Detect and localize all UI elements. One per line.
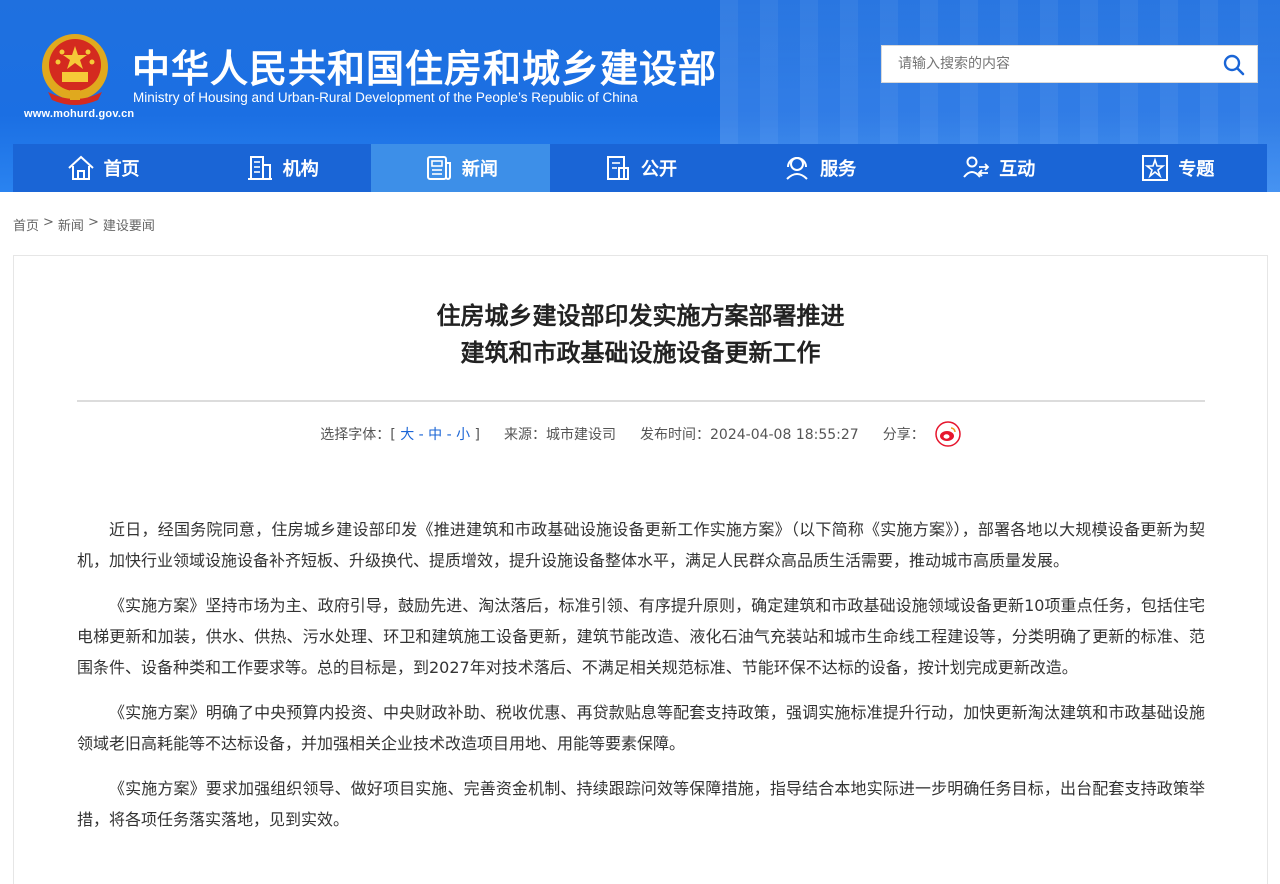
breadcrumb-separator: > (87, 215, 99, 230)
breadcrumb-separator: > (43, 215, 54, 230)
star-icon (1142, 155, 1169, 181)
article-meta: 选择字体：[ 大 - 中 - 小 ] 来源：城市建设司 发布时间：2024-04… (14, 421, 1267, 447)
main-nav: 首页 机构 新闻 公开 服务 互动 专题 (13, 144, 1267, 192)
title-divider (77, 400, 1205, 402)
font-size-label: 选择字体： (320, 427, 391, 443)
search-box (881, 45, 1258, 83)
home-icon (67, 155, 94, 180)
nav-label: 新闻 (461, 159, 498, 180)
article-title-line1: 住房城乡建设部印发实施方案部署推进 (436, 302, 845, 330)
article-paragraph: 《实施方案》明确了中央预算内投资、中央财政补助、税收优惠、再贷款贴息等配套支持政… (77, 703, 1205, 753)
newspaper-icon (426, 156, 451, 180)
font-medium-link[interactable]: 中 (428, 427, 442, 443)
share-section: 分享： (883, 421, 961, 447)
nav-item-news[interactable]: 新闻 (371, 144, 551, 192)
nav-label: 机构 (282, 159, 319, 180)
font-size-selector: 选择字体：[ 大 - 中 - 小 ] (320, 427, 481, 443)
nav-item-organization[interactable]: 机构 (192, 144, 371, 192)
nav-item-service[interactable]: 服务 (730, 144, 909, 192)
article-source: 来源：城市建设司 (504, 427, 617, 443)
nav-label: 专题 (1178, 159, 1215, 180)
weibo-share-icon[interactable] (934, 421, 961, 447)
site-url: www.mohurd.gov.cn (24, 108, 135, 120)
site-subtitle: Ministry of Housing and Urban-Rural Deve… (133, 90, 638, 105)
article-title: 住房城乡建设部印发实施方案部署推进 建筑和市政基础设施设备更新工作 (14, 298, 1267, 372)
breadcrumb-news[interactable]: 新闻 (58, 215, 84, 234)
font-small-link[interactable]: 小 (456, 427, 470, 443)
document-icon (606, 156, 629, 180)
article-paragraph: 近日，经国务院同意，住房城乡建设部印发《推进建筑和市政基础设施设备更新工作实施方… (77, 520, 1205, 570)
nav-item-public[interactable]: 公开 (550, 144, 729, 192)
nav-label: 互动 (999, 159, 1036, 180)
nav-label: 公开 (640, 159, 677, 180)
national-emblem-icon (42, 34, 108, 105)
nav-label: 首页 (103, 159, 140, 180)
nav-item-home[interactable]: 首页 (13, 144, 192, 192)
publish-time: 发布时间：2024-04-08 18:55:27 (640, 427, 859, 443)
nav-item-topics[interactable]: 专题 (1088, 144, 1267, 192)
article-title-line2: 建筑和市政基础设施设备更新工作 (460, 339, 821, 367)
font-large-link[interactable]: 大 (400, 427, 414, 443)
article-container: 住房城乡建设部印发实施方案部署推进 建筑和市政基础设施设备更新工作 选择字体：[… (13, 255, 1268, 884)
nav-label: 服务 (820, 159, 857, 180)
search-icon[interactable] (1221, 52, 1247, 78)
article-body: 近日，经国务院同意，住房城乡建设部印发《推进建筑和市政基础设施设备更新工作实施方… (77, 514, 1205, 849)
search-input[interactable] (882, 46, 1212, 82)
breadcrumb-home[interactable]: 首页 (13, 215, 39, 234)
building-icon (247, 156, 272, 180)
nav-item-interaction[interactable]: 互动 (909, 144, 1088, 192)
share-label: 分享： (882, 427, 925, 443)
article-paragraph: 《实施方案》坚持市场为主、政府引导，鼓励先进、淘汰落后，标准引领、有序提升原则，… (77, 596, 1205, 677)
service-icon (786, 157, 808, 180)
interaction-icon (963, 156, 990, 178)
article-paragraph: 《实施方案》要求加强组织领导、做好项目实施、完善资金机制、持续跟踪问效等保障措施… (77, 779, 1205, 829)
site-title: 中华人民共和国住房和城乡建设部 (132, 47, 718, 91)
breadcrumb: 首页 > 新闻 > 建设要闻 (13, 215, 155, 234)
breadcrumb-construction-news[interactable]: 建设要闻 (103, 215, 155, 234)
